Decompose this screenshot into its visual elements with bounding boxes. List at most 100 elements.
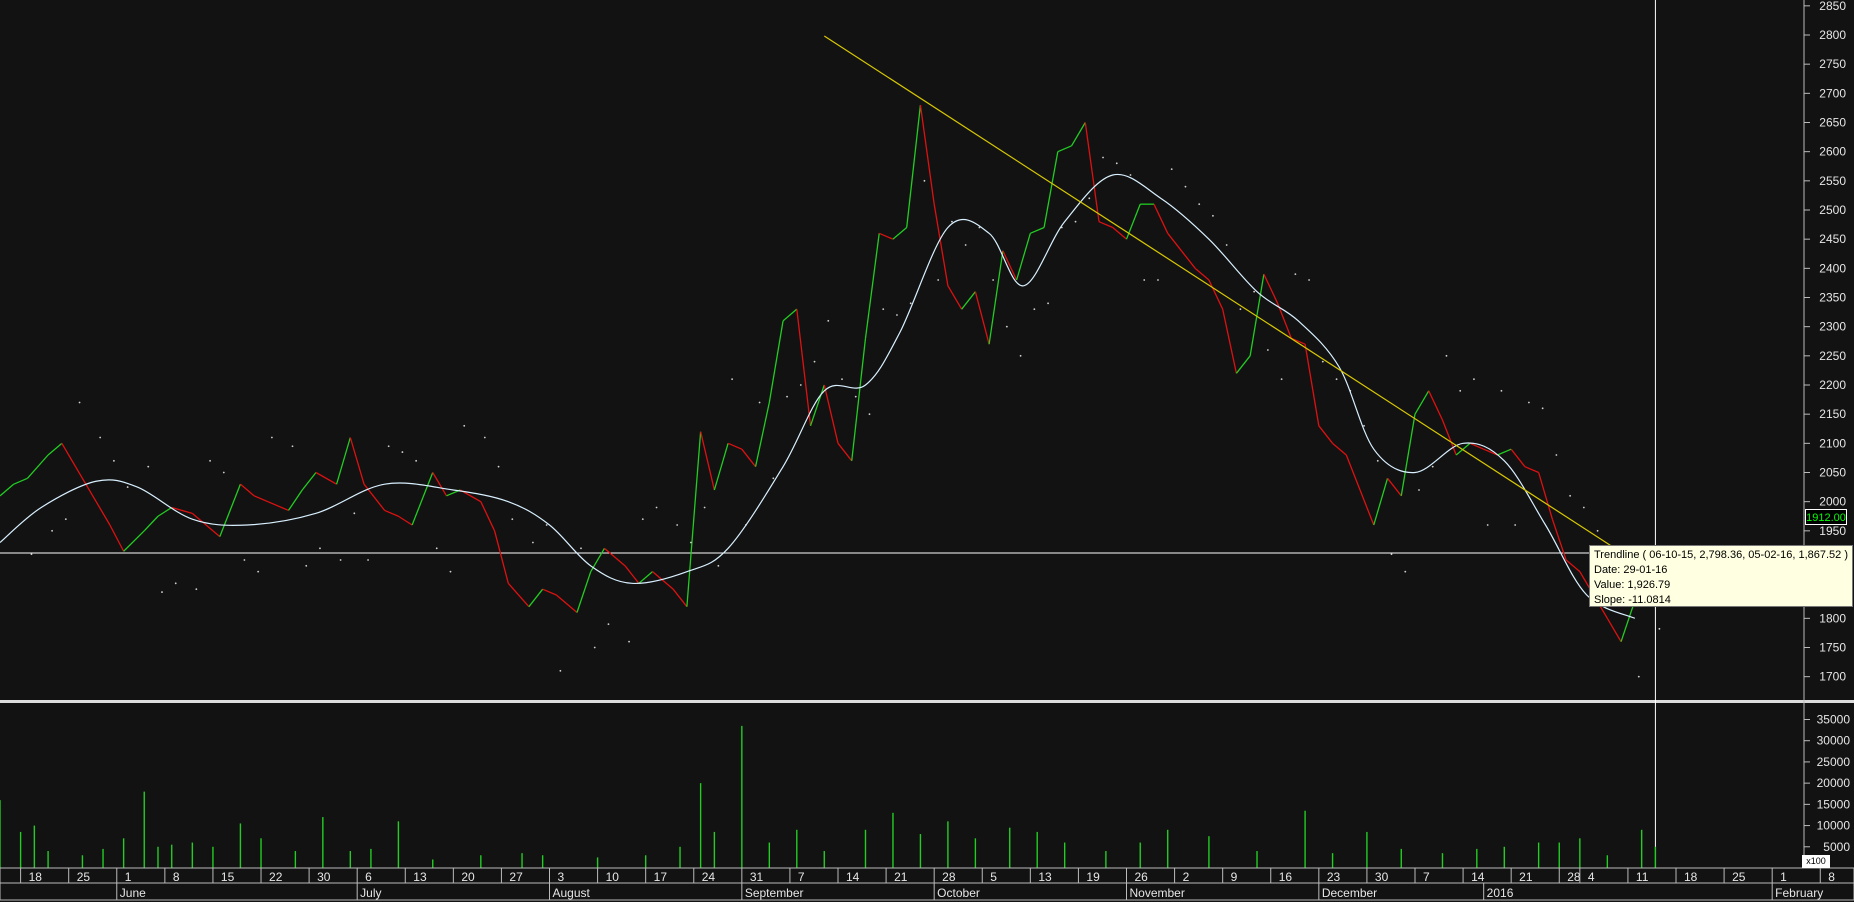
indicator-dot bbox=[841, 378, 843, 381]
x-day-label: 2 bbox=[1183, 870, 1190, 884]
indicator-dot bbox=[1541, 407, 1544, 410]
volume-tick-label: 10000 bbox=[1817, 819, 1851, 833]
x-day-label: 31 bbox=[750, 870, 764, 884]
indicator-dot bbox=[161, 591, 163, 593]
indicator-dot bbox=[1198, 203, 1201, 206]
x-day-label: 28 bbox=[942, 870, 956, 884]
indicator-dot bbox=[1321, 360, 1324, 363]
price-tick-label: 2000 bbox=[1819, 495, 1846, 509]
indicator-dot bbox=[415, 459, 418, 462]
indicator-dot bbox=[1074, 220, 1077, 223]
x-day-label: 4 bbox=[1588, 870, 1595, 884]
chart-canvas[interactable]: 1700175018001850190019502000205021002150… bbox=[0, 0, 1854, 902]
indicator-dot bbox=[1129, 174, 1132, 176]
indicator-dot bbox=[1143, 279, 1146, 281]
indicator-dot bbox=[30, 553, 33, 556]
indicator-dot bbox=[319, 547, 321, 550]
indicator-dot bbox=[1212, 214, 1214, 217]
volume-tick-label: 5000 bbox=[1823, 840, 1850, 854]
x-month-label: February bbox=[1775, 886, 1823, 900]
indicator-dot bbox=[483, 436, 486, 439]
indicator-dot bbox=[1500, 389, 1503, 392]
indicator-dot bbox=[593, 646, 596, 649]
x-day-label: 8 bbox=[1828, 870, 1835, 884]
indicator-dot bbox=[1157, 279, 1159, 281]
price-tick-label: 2350 bbox=[1819, 291, 1846, 305]
x-day-label: 25 bbox=[1732, 870, 1746, 884]
indicator-dot bbox=[717, 564, 720, 567]
indicator-dot bbox=[78, 401, 81, 404]
indicator-dot bbox=[1390, 553, 1393, 556]
indicator-dot bbox=[147, 465, 150, 468]
volume-tick-label: 15000 bbox=[1817, 797, 1851, 811]
indicator-dot bbox=[1115, 162, 1118, 165]
indicator-dot bbox=[1555, 454, 1558, 456]
x-day-label: 25 bbox=[77, 870, 91, 884]
indicator-dot bbox=[964, 244, 967, 246]
indicator-dot bbox=[174, 582, 177, 585]
price-tick-label: 2450 bbox=[1819, 232, 1846, 246]
volume-tick-label: 30000 bbox=[1817, 734, 1851, 748]
indicator-dot bbox=[813, 360, 816, 363]
indicator-dot bbox=[1280, 378, 1283, 381]
indicator-dot bbox=[676, 524, 679, 526]
x-day-label: 1 bbox=[1780, 870, 1787, 884]
indicator-dot bbox=[126, 486, 129, 488]
x-month-label: 2016 bbox=[1487, 886, 1514, 900]
price-tick-label: 2400 bbox=[1819, 261, 1846, 275]
x-day-label: 13 bbox=[1038, 870, 1052, 884]
tooltip-line-value: Value: 1,926.79 bbox=[1594, 579, 1671, 591]
indicator-dot bbox=[937, 279, 940, 281]
price-tick-label: 2850 bbox=[1819, 0, 1846, 13]
x-month-label: September bbox=[745, 886, 804, 900]
x-day-label: 9 bbox=[1231, 870, 1238, 884]
indicator-dot bbox=[1308, 279, 1310, 281]
indicator-dot bbox=[511, 518, 514, 521]
x-day-label: 14 bbox=[1471, 870, 1485, 884]
x-day-label: 30 bbox=[317, 870, 331, 884]
x-day-label: 17 bbox=[654, 870, 668, 884]
x-month-label: August bbox=[553, 886, 591, 900]
indicator-dot bbox=[243, 559, 246, 561]
indicator-dot bbox=[607, 623, 610, 626]
indicator-dot bbox=[1253, 290, 1256, 293]
chart-background bbox=[0, 0, 1854, 902]
price-tick-label: 2300 bbox=[1819, 320, 1846, 334]
indicator-dot bbox=[758, 401, 761, 404]
price-tick-label: 2800 bbox=[1819, 28, 1846, 42]
indicator-dot bbox=[367, 559, 369, 561]
tooltip-line-title: Trendline ( 06-10-15, 2,798.36, 05-02-16… bbox=[1594, 549, 1848, 561]
x-day-label: 13 bbox=[413, 870, 427, 884]
indicator-dot bbox=[497, 465, 500, 468]
indicator-dot bbox=[353, 512, 356, 515]
indicator-dot bbox=[1170, 168, 1173, 171]
x-day-label: 23 bbox=[1327, 870, 1341, 884]
indicator-dot bbox=[1486, 524, 1489, 526]
indicator-dot bbox=[51, 529, 53, 532]
volume-tick-label: 25000 bbox=[1817, 755, 1851, 769]
x-day-label: 26 bbox=[1135, 870, 1149, 884]
indicator-dot bbox=[1459, 389, 1462, 392]
indicator-dot bbox=[195, 588, 198, 591]
indicator-dot bbox=[1596, 529, 1599, 532]
panel-separator[interactable] bbox=[0, 700, 1854, 703]
indicator-dot bbox=[305, 564, 308, 567]
x-day-label: 8 bbox=[173, 870, 180, 884]
indicator-dot bbox=[992, 279, 995, 281]
indicator-dot bbox=[532, 541, 534, 544]
indicator-dot bbox=[882, 308, 885, 311]
volume-tick-label: 20000 bbox=[1817, 776, 1851, 790]
indicator-dot bbox=[655, 506, 658, 509]
volume-multiplier-label: x100 bbox=[1802, 855, 1830, 868]
x-month-label: July bbox=[360, 886, 381, 900]
indicator-dot bbox=[1431, 465, 1434, 468]
price-panel[interactable] bbox=[0, 0, 1854, 902]
indicator-dot bbox=[703, 506, 706, 509]
indicator-dot bbox=[222, 471, 225, 474]
indicator-dot bbox=[1445, 354, 1448, 357]
price-tick-label: 2050 bbox=[1819, 466, 1846, 480]
x-day-label: 16 bbox=[1279, 870, 1293, 884]
x-day-label: 6 bbox=[365, 870, 372, 884]
x-day-label: 21 bbox=[894, 870, 908, 884]
indicator-dot bbox=[1658, 627, 1661, 630]
